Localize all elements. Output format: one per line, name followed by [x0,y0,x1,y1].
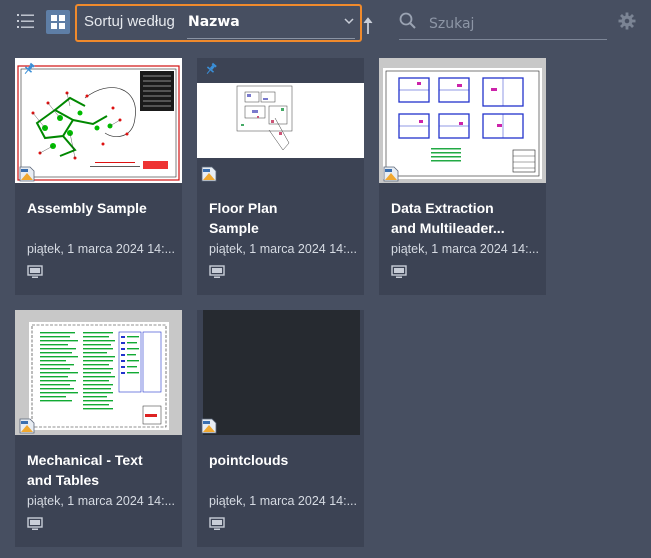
search-icon [399,12,416,29]
card-date: piątek, 1 marca 2024 14:... [27,494,176,508]
monitor-icon [209,265,225,278]
drawing-card[interactable]: Assembly Sample piątek, 1 marca 2024 14:… [15,58,182,295]
drawing-card[interactable]: Floor Plan Sample piątek, 1 marca 2024 1… [197,58,364,295]
card-title: Assembly Sample [27,200,147,216]
monitor-icon [391,265,407,278]
drawing-thumbnail [197,58,364,183]
list-view-button[interactable] [17,13,35,29]
drawing-thumbnail [15,310,182,435]
toolbar: Sortuj według Nazwa [0,0,651,44]
drawing-card[interactable]: pointclouds piątek, 1 marca 2024 14:... [197,310,364,547]
monitor-icon [27,265,43,278]
drawing-card[interactable]: Data Extraction and Multileader... piąte… [379,58,546,295]
search-input[interactable] [427,10,609,38]
card-date: piątek, 1 marca 2024 14:... [391,242,540,256]
card-title: pointclouds [209,452,289,468]
grid-icon [51,15,65,29]
drawing-card[interactable]: Mechanical - Text and Tables piątek, 1 m… [15,310,182,547]
arrow-up-icon [363,17,373,34]
card-title: Data Extraction and Multileader... [391,200,505,236]
sort-direction-button[interactable] [362,16,374,36]
drawing-thumbnail [379,58,546,183]
card-title: Mechanical - Text and Tables [27,452,143,488]
dwg-file-icon [383,166,399,182]
sort-value: Nazwa [188,14,240,30]
monitor-icon [209,517,225,530]
grid-view-button[interactable] [46,10,70,34]
drawing-thumbnail [15,58,182,183]
sort-label: Sortuj według [84,13,175,30]
list-icon [17,14,34,28]
dwg-file-icon [19,418,35,434]
sort-dropdown-underline [187,38,355,39]
search-box[interactable] [399,8,609,40]
gear-icon[interactable] [618,12,636,30]
card-title: Floor Plan Sample [209,200,278,236]
card-date: piątek, 1 marca 2024 14:... [209,242,358,256]
pin-icon[interactable] [204,62,218,76]
dwg-file-icon [19,166,35,182]
pin-icon[interactable] [22,62,36,76]
search-underline [399,39,607,40]
drawing-thumbnail [197,310,364,435]
sort-control: Sortuj według Nazwa [75,4,373,42]
card-date: piątek, 1 marca 2024 14:... [27,242,176,256]
monitor-icon [27,517,43,530]
dwg-file-icon [201,166,217,182]
sort-dropdown[interactable]: Nazwa [187,10,356,39]
dwg-file-icon [201,418,217,434]
card-date: piątek, 1 marca 2024 14:... [209,494,358,508]
chevron-down-icon [344,18,354,25]
